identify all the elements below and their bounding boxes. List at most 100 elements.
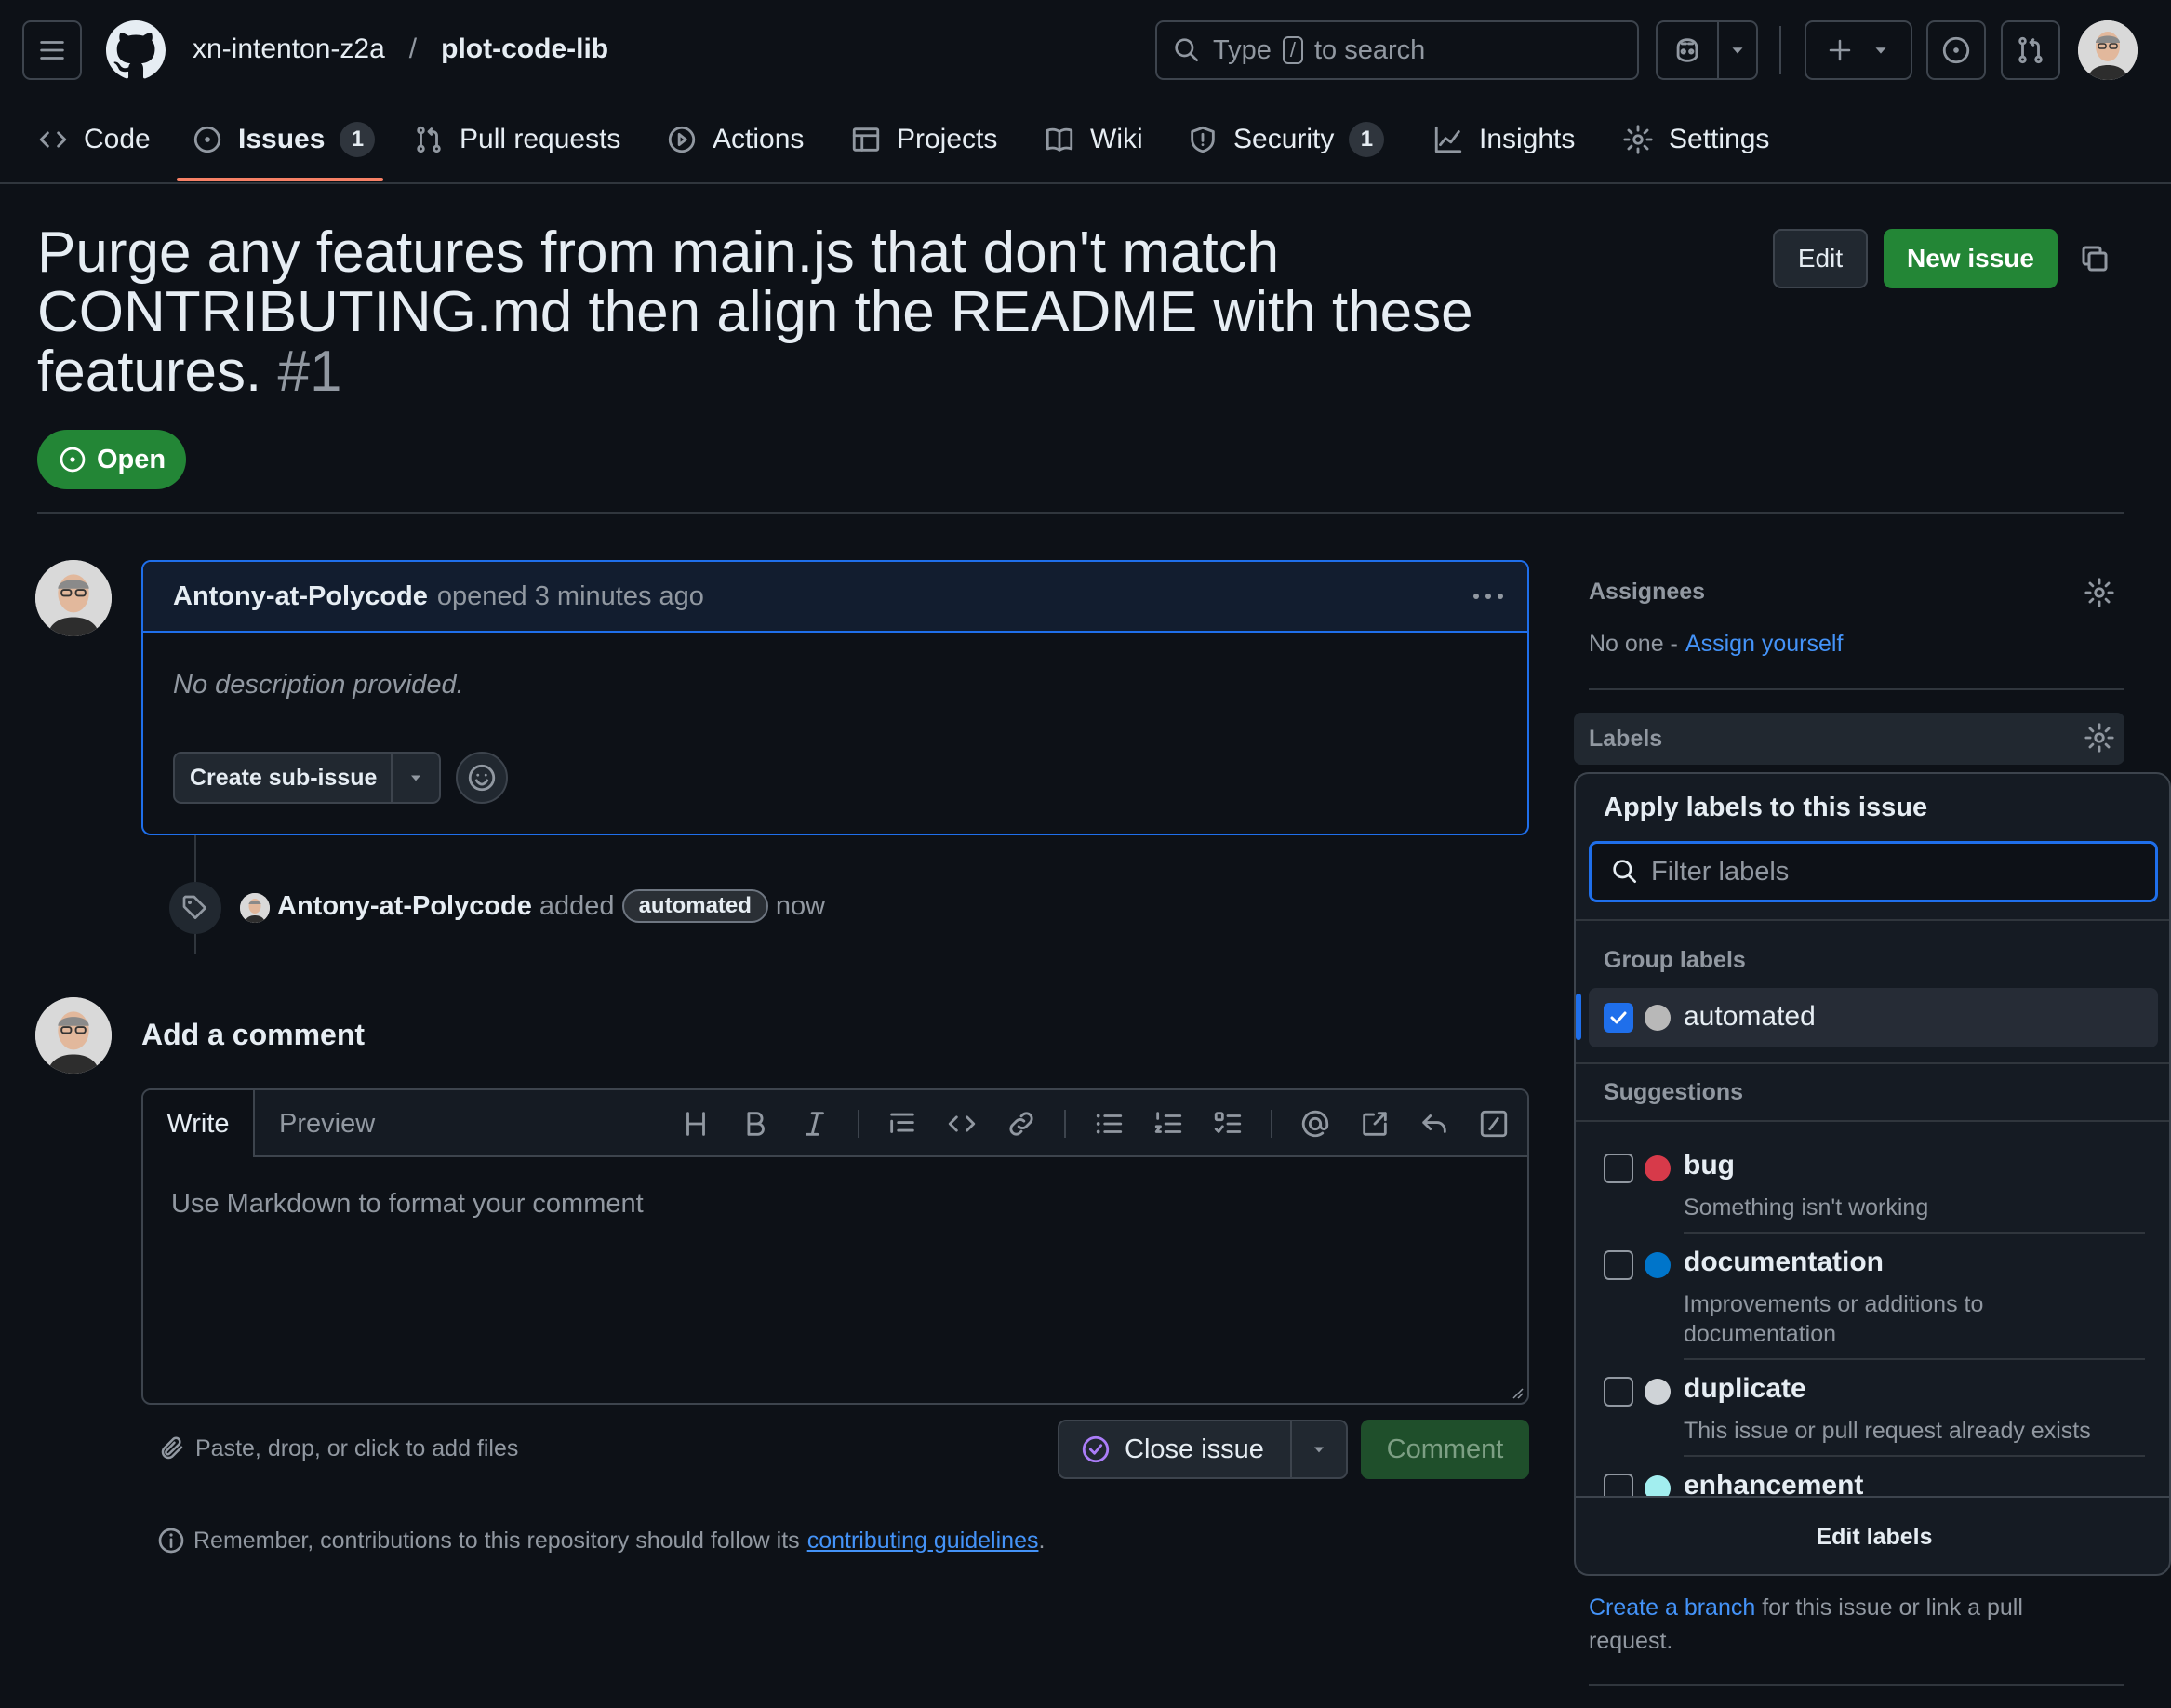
gear-icon	[1623, 125, 1653, 154]
mention-button[interactable]	[1285, 1108, 1345, 1140]
label-name: duplicate	[1684, 1373, 1806, 1404]
label-option-automated[interactable]: automated	[1589, 988, 2158, 1047]
github-logo[interactable]	[106, 20, 166, 80]
copy-icon	[2082, 246, 2108, 272]
file-attach-area[interactable]: Paste, drop, or click to add files	[158, 1434, 518, 1462]
add-reaction-button[interactable]	[456, 752, 508, 804]
labels-header[interactable]: Labels	[1574, 713, 2124, 765]
label-option-duplicate[interactable]: duplicate This issue or pull request alr…	[1589, 1364, 2158, 1453]
issues-shortcut-button[interactable]	[1926, 20, 1986, 80]
assignees-settings-button[interactable]	[2084, 577, 2115, 608]
close-issue-dropdown[interactable]	[1292, 1440, 1346, 1459]
info-icon	[158, 1528, 184, 1554]
label-option-enhancement[interactable]: enhancement	[1589, 1461, 2158, 1498]
issue-state-label: Open	[96, 444, 166, 474]
check-icon	[1610, 1011, 1627, 1024]
link-icon	[1009, 1112, 1033, 1136]
bold-button[interactable]	[726, 1108, 785, 1140]
comment-timestamp: opened 3 minutes ago	[436, 580, 704, 611]
search-icon	[1175, 38, 1198, 61]
ordered-list-button[interactable]	[1139, 1108, 1198, 1140]
sub-issue-label: Create sub-issue	[190, 764, 378, 791]
resize-handle[interactable]	[1509, 1384, 1524, 1399]
checkbox-checked[interactable]	[1604, 1003, 1633, 1033]
edit-title-button[interactable]: Edit	[1773, 229, 1868, 288]
contributing-notice: Remember, contributions to this reposito…	[156, 1526, 1045, 1555]
tab-write[interactable]: Write	[143, 1090, 255, 1157]
label-name: automated	[1684, 1001, 1816, 1032]
link-button[interactable]	[992, 1108, 1051, 1140]
event-actor-avatar[interactable]	[240, 893, 270, 923]
tab-write-label: Write	[166, 1108, 230, 1139]
heading-button[interactable]	[666, 1108, 726, 1140]
tab-actions[interactable]: Actions	[666, 119, 804, 160]
task-list-button[interactable]	[1198, 1108, 1258, 1140]
create-new-button[interactable]	[1805, 20, 1912, 80]
tab-pull-requests[interactable]: Pull requests	[413, 119, 620, 160]
tab-security[interactable]: Security 1	[1187, 119, 1385, 160]
repo-name-link[interactable]: plot-code-lib	[441, 33, 608, 65]
close-issue-button[interactable]: Close issue	[1058, 1420, 1348, 1479]
pull-request-icon	[417, 126, 441, 153]
search-input[interactable]: Type / to search	[1155, 20, 1639, 80]
label-option-bug[interactable]: bug Something isn't working	[1589, 1141, 2158, 1230]
checkbox[interactable]	[1604, 1474, 1633, 1498]
user-avatar[interactable]	[2078, 20, 2138, 80]
comment-submit-button[interactable]: Comment	[1361, 1420, 1529, 1479]
event-actor-link[interactable]: Antony-at-Polycode	[277, 891, 532, 922]
comment-author-link[interactable]: Antony-at-Polycode	[173, 581, 428, 612]
avatar-icon	[35, 997, 112, 1074]
comment-textarea[interactable]: Use Markdown to format your comment	[171, 1189, 644, 1220]
code-button[interactable]	[932, 1108, 992, 1140]
labels-settings-button[interactable]	[2084, 722, 2115, 754]
issue-number: #1	[277, 340, 342, 404]
label-chip[interactable]: automated	[621, 889, 768, 923]
new-issue-label: New issue	[1907, 244, 2034, 273]
tab-preview[interactable]: Preview	[279, 1090, 375, 1157]
labels-popover: Apply labels to this issue Filter labels…	[1574, 772, 2171, 1576]
development-section: Create a branch for this issue or link a…	[1589, 1591, 2128, 1658]
issue-title-line: Purge any features from main.js that don…	[37, 220, 1280, 285]
label-option-documentation[interactable]: documentation Improvements or additions …	[1589, 1237, 2158, 1354]
checkbox[interactable]	[1604, 1250, 1633, 1280]
label-color-dot	[1645, 1005, 1671, 1031]
list-unordered-icon	[1096, 1114, 1123, 1134]
tab-issues[interactable]: Issues 1	[192, 119, 376, 160]
tab-insights[interactable]: Insights	[1432, 119, 1575, 160]
contributing-guidelines-link[interactable]: contributing guidelines	[807, 1528, 1039, 1555]
label-description: Something isn't working	[1684, 1194, 1929, 1221]
tab-code[interactable]: Code	[37, 119, 151, 160]
repo-owner-link[interactable]: xn-intenton-z2a	[193, 33, 385, 65]
checkbox[interactable]	[1604, 1154, 1633, 1183]
unordered-list-button[interactable]	[1079, 1108, 1139, 1140]
tab-settings[interactable]: Settings	[1622, 119, 1769, 160]
tab-projects[interactable]: Projects	[850, 119, 997, 160]
quote-button[interactable]	[872, 1108, 932, 1140]
create-branch-link[interactable]: Create a branch	[1589, 1595, 1755, 1621]
comment-submit-label: Comment	[1386, 1434, 1504, 1464]
new-issue-button[interactable]: New issue	[1884, 229, 2058, 288]
tasklist-icon	[1214, 1112, 1242, 1133]
copilot-button[interactable]	[1656, 20, 1758, 80]
copy-link-button[interactable]	[2078, 242, 2111, 275]
kebab-horizontal-icon	[1473, 594, 1503, 599]
italic-button[interactable]	[785, 1108, 845, 1140]
comment-options-button[interactable]	[1470, 580, 1507, 612]
author-avatar[interactable]	[35, 560, 112, 636]
slash-commands-button[interactable]	[1464, 1108, 1524, 1140]
create-sub-issue-button[interactable]: Create sub-issue	[173, 752, 441, 804]
assign-yourself-link[interactable]: Assign yourself	[1685, 631, 1844, 658]
pull-requests-shortcut-button[interactable]	[2001, 20, 2060, 80]
table-icon	[852, 127, 880, 152]
filter-labels-input[interactable]: Filter labels	[1589, 841, 2158, 902]
sub-issue-dropdown[interactable]	[393, 768, 439, 787]
menu-button[interactable]	[22, 20, 82, 80]
tab-wiki[interactable]: Wiki	[1044, 119, 1143, 160]
edit-labels-button[interactable]: Edit labels	[1576, 1498, 2169, 1574]
tab-preview-label: Preview	[279, 1108, 376, 1139]
gear-icon	[2084, 578, 2114, 607]
reference-button[interactable]	[1345, 1108, 1405, 1140]
suggestions-heading: Suggestions	[1604, 1079, 1744, 1105]
checkbox[interactable]	[1604, 1377, 1633, 1407]
saved-reply-button[interactable]	[1405, 1108, 1464, 1140]
